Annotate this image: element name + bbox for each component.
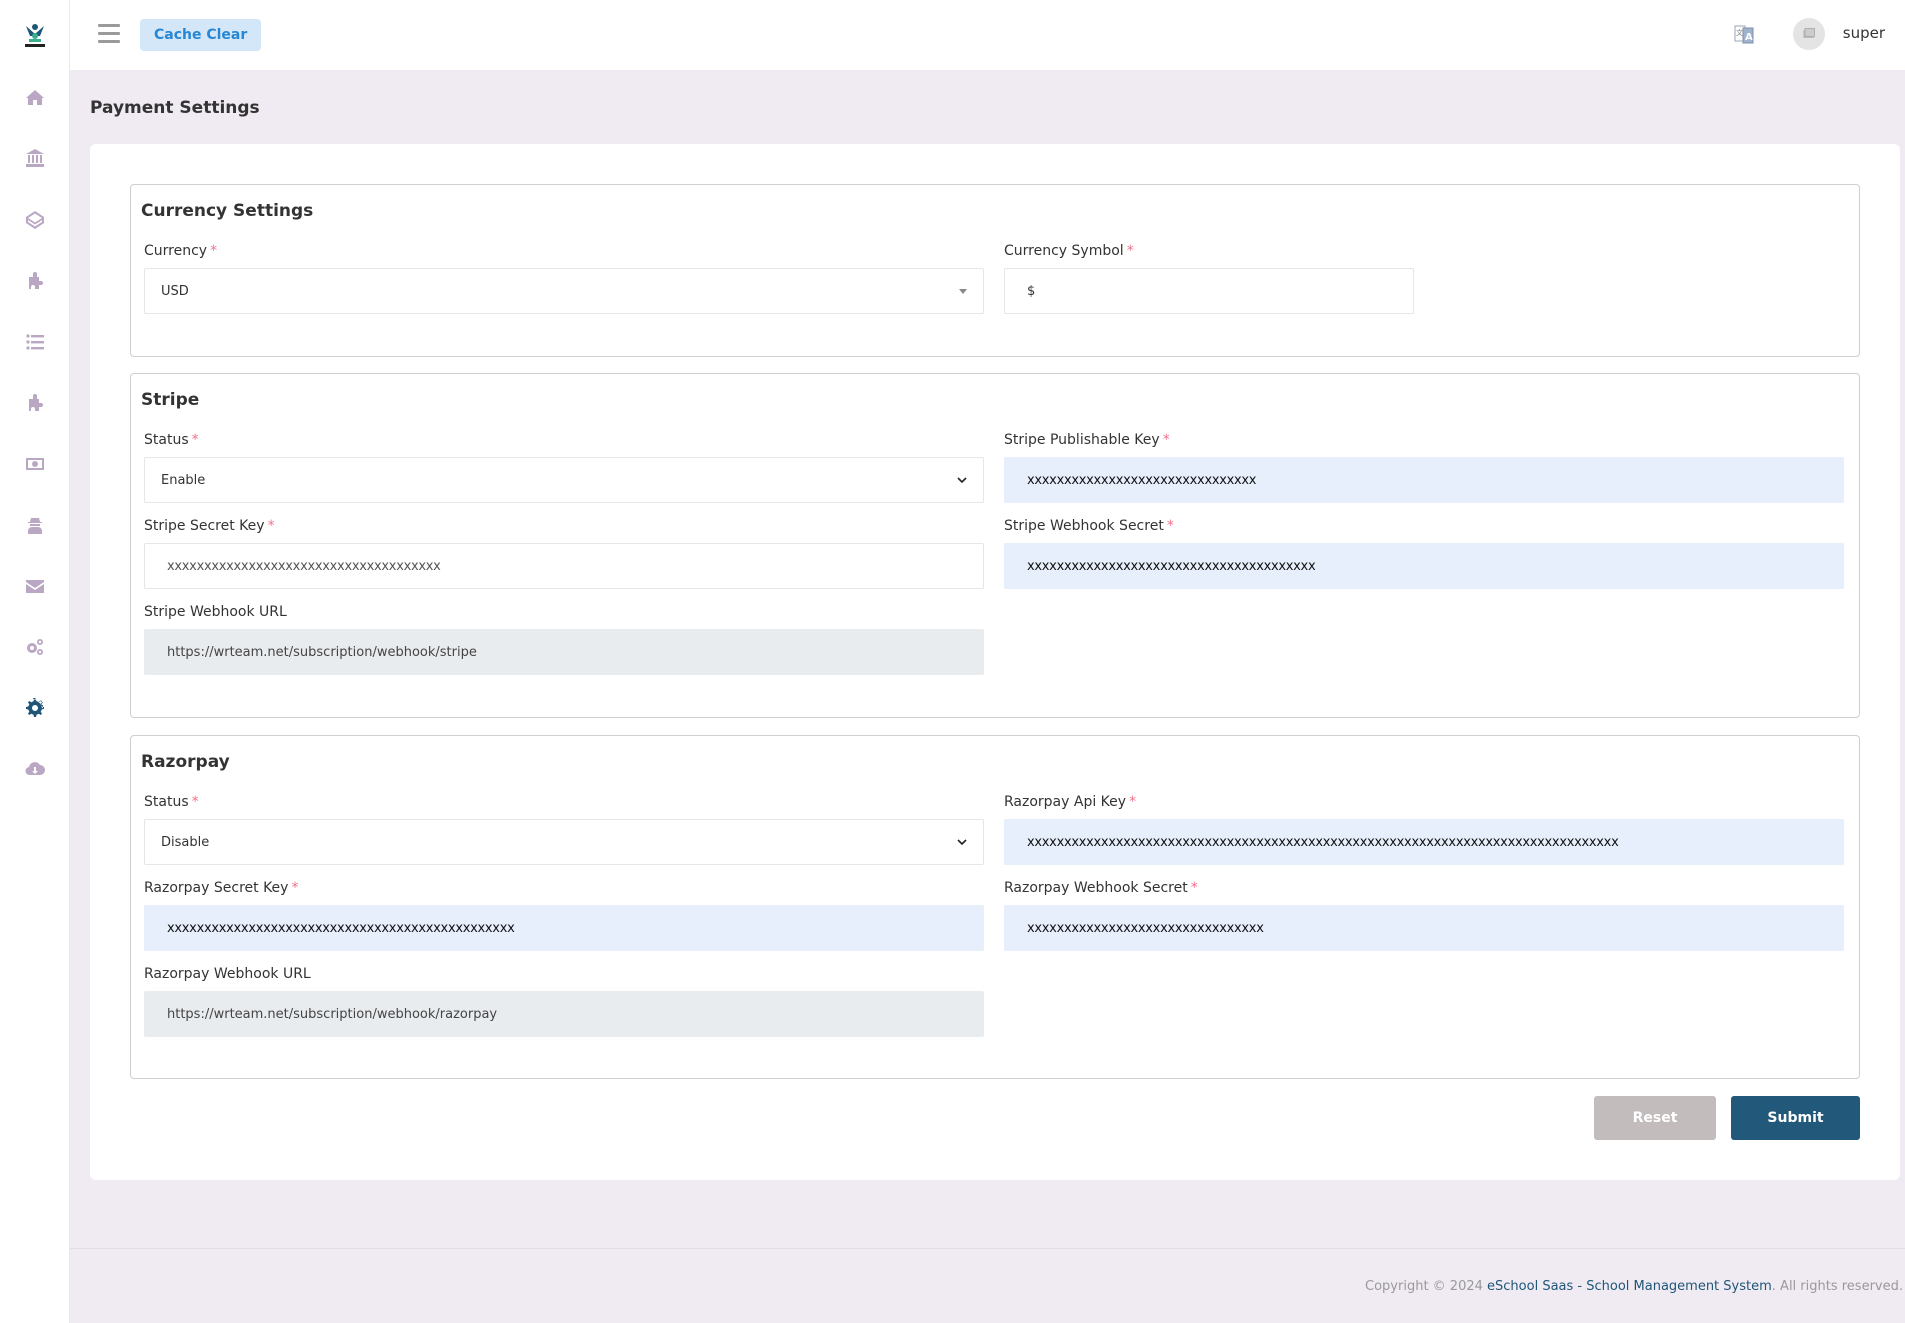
footer-link[interactable]: eSchool Saas - School Management System [1487, 1279, 1772, 1294]
stripe-section: Stripe Status * Enable Stripe Publishable… [130, 373, 1860, 718]
chevron-down-icon [957, 839, 967, 846]
puzzle-icon[interactable] [22, 390, 48, 416]
caret-down-icon [959, 288, 967, 294]
footer-copyright: Copyright © 2024 [1365, 1279, 1488, 1294]
money-icon[interactable] [22, 451, 48, 477]
stripe-webhook-url-input[interactable]: https://wrteam.net/subscription/webhook/… [144, 629, 984, 675]
stripe-status-select[interactable]: Enable [144, 457, 984, 503]
submit-button[interactable]: Submit [1731, 1096, 1860, 1140]
menu-toggle-icon[interactable] [98, 24, 120, 44]
sidebar [0, 0, 70, 1323]
currency-select[interactable]: USD [144, 268, 984, 314]
footer-suffix: . All rights reserved. [1771, 1279, 1903, 1294]
currency-settings-section: Currency Settings Currency * USD Currency… [130, 184, 1860, 357]
cloud-download-icon[interactable] [22, 756, 48, 782]
avatar[interactable] [1793, 18, 1825, 50]
reset-button[interactable]: Reset [1594, 1096, 1716, 1140]
stripe-webhook-secret-label: Stripe Webhook Secret * [1004, 518, 1174, 534]
username[interactable]: super [1843, 24, 1885, 42]
section-title: Stripe [141, 390, 200, 410]
razorpay-api-key-input[interactable]: xxxxxxxxxxxxxxxxxxxxxxxxxxxxxxxxxxxxxxxx… [1004, 819, 1844, 865]
stripe-publishable-key-input[interactable]: xxxxxxxxxxxxxxxxxxxxxxxxxxxxxxx [1004, 457, 1844, 503]
page-title: Payment Settings [90, 98, 260, 118]
envelope-icon[interactable] [22, 573, 48, 599]
cache-clear-button[interactable]: Cache Clear [140, 19, 262, 51]
currency-symbol-label: Currency Symbol * [1004, 243, 1134, 259]
stripe-status-label: Status * [144, 432, 199, 448]
home-icon[interactable] [22, 84, 48, 110]
stripe-publishable-key-label: Stripe Publishable Key * [1004, 432, 1170, 448]
stripe-webhook-url-label: Stripe Webhook URL [144, 604, 287, 620]
stripe-webhook-secret-input[interactable]: xxxxxxxxxxxxxxxxxxxxxxxxxxxxxxxxxxxxxxx [1004, 543, 1844, 589]
razorpay-api-key-label: Razorpay Api Key * [1004, 794, 1137, 810]
stripe-secret-key-input[interactable]: xxxxxxxxxxxxxxxxxxxxxxxxxxxxxxxxxxxxx [144, 543, 984, 589]
user-secret-icon[interactable] [22, 512, 48, 538]
puzzle-icon[interactable] [22, 268, 48, 294]
razorpay-webhook-secret-input[interactable]: xxxxxxxxxxxxxxxxxxxxxxxxxxxxxxxx [1004, 905, 1844, 951]
svg-text:A: A [1745, 32, 1753, 43]
section-title: Currency Settings [141, 201, 314, 221]
chevron-down-icon [957, 477, 967, 484]
razorpay-status-value: Disable [161, 834, 210, 850]
razorpay-webhook-url-input[interactable]: https://wrteam.net/subscription/webhook/… [144, 991, 984, 1037]
footer-divider [70, 1248, 1905, 1249]
razorpay-webhook-url-label: Razorpay Webhook URL [144, 966, 311, 982]
razorpay-secret-key-input[interactable]: xxxxxxxxxxxxxxxxxxxxxxxxxxxxxxxxxxxxxxxx… [144, 905, 984, 951]
razorpay-webhook-secret-label: Razorpay Webhook Secret * [1004, 880, 1198, 896]
codepen-icon[interactable] [22, 207, 48, 233]
razorpay-status-label: Status * [144, 794, 199, 810]
eschool-logo[interactable] [20, 20, 50, 50]
currency-symbol-input[interactable]: $ [1004, 268, 1414, 314]
gear-icon[interactable] [22, 695, 48, 721]
currency-label: Currency * [144, 243, 218, 259]
payment-settings-card: Currency Settings Currency * USD Currency… [90, 144, 1900, 1180]
section-title: Razorpay [141, 752, 230, 772]
footer: Copyright © 2024 eSchool Saas - School M… [1365, 1279, 1903, 1294]
bank-icon[interactable] [22, 145, 48, 171]
razorpay-secret-key-label: Razorpay Secret Key * [144, 880, 299, 896]
cogs-icon[interactable] [22, 634, 48, 660]
razorpay-status-select[interactable]: Disable [144, 819, 984, 865]
stripe-status-value: Enable [161, 472, 206, 488]
list-icon[interactable] [22, 329, 48, 355]
topbar: Cache Clear A文 super [70, 0, 1905, 70]
language-icon[interactable]: A文 [1733, 23, 1755, 45]
razorpay-section: Razorpay Status * Disable Razorpay Api Ke… [130, 735, 1860, 1079]
svg-text:文: 文 [1736, 28, 1743, 37]
currency-value: USD [161, 283, 189, 299]
stripe-secret-key-label: Stripe Secret Key * [144, 518, 275, 534]
